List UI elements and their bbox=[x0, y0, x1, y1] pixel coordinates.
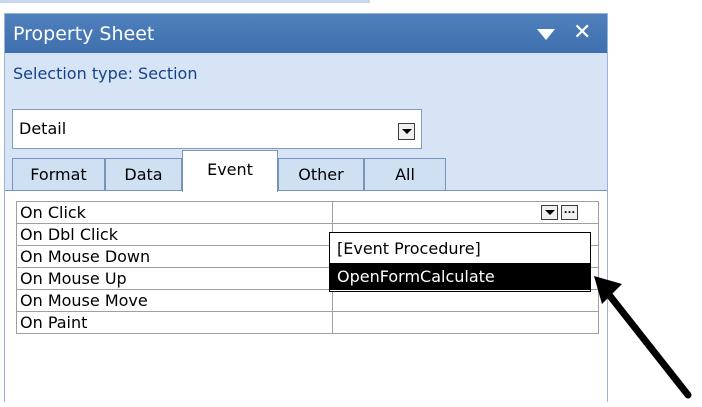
dropdown-option-event-procedure[interactable]: [Event Procedure] bbox=[330, 235, 590, 262]
tab-event[interactable]: Event bbox=[182, 150, 278, 192]
event-dropdown-list: [Event Procedure] OpenFormCalculate bbox=[329, 232, 591, 292]
arrow-head bbox=[594, 276, 622, 304]
callout-arrow bbox=[594, 276, 692, 399]
dropdown-option-openformcalculate[interactable]: OpenFormCalculate bbox=[330, 263, 590, 290]
arrow-shaft bbox=[606, 292, 692, 399]
